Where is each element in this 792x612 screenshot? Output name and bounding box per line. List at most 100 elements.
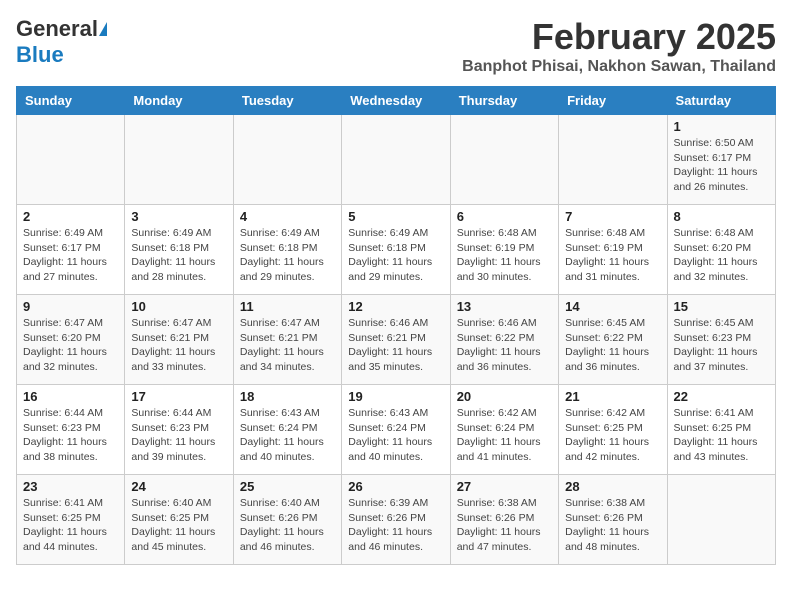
day-info: Sunrise: 6:38 AM Sunset: 6:26 PM Dayligh… (565, 496, 660, 555)
day-number: 22 (674, 389, 769, 404)
day-info: Sunrise: 6:45 AM Sunset: 6:23 PM Dayligh… (674, 316, 769, 375)
day-info: Sunrise: 6:40 AM Sunset: 6:26 PM Dayligh… (240, 496, 335, 555)
day-number: 19 (348, 389, 443, 404)
page-header: General Blue February 2025 Banphot Phisa… (16, 16, 776, 76)
calendar-day-cell: 17 Sunrise: 6:44 AM Sunset: 6:23 PM Dayli… (125, 385, 233, 475)
day-info: Sunrise: 6:47 AM Sunset: 6:20 PM Dayligh… (23, 316, 118, 375)
calendar-day-header: Tuesday (233, 87, 341, 115)
day-number: 24 (131, 479, 226, 494)
calendar-week-row: 9 Sunrise: 6:47 AM Sunset: 6:20 PM Daylig… (17, 295, 776, 385)
calendar-day-cell: 15 Sunrise: 6:45 AM Sunset: 6:23 PM Dayli… (667, 295, 775, 385)
day-number: 11 (240, 299, 335, 314)
calendar-day-cell: 23 Sunrise: 6:41 AM Sunset: 6:25 PM Dayli… (17, 475, 125, 565)
calendar-day-cell: 2 Sunrise: 6:49 AM Sunset: 6:17 PM Daylig… (17, 205, 125, 295)
day-info: Sunrise: 6:48 AM Sunset: 6:19 PM Dayligh… (565, 226, 660, 285)
day-info: Sunrise: 6:44 AM Sunset: 6:23 PM Dayligh… (23, 406, 118, 465)
calendar-day-cell: 4 Sunrise: 6:49 AM Sunset: 6:18 PM Daylig… (233, 205, 341, 295)
day-info: Sunrise: 6:46 AM Sunset: 6:21 PM Dayligh… (348, 316, 443, 375)
calendar-day-cell: 24Sunrise: 6:40 AM Sunset: 6:25 PM Dayli… (125, 475, 233, 565)
day-number: 26 (348, 479, 443, 494)
calendar-day-cell (17, 115, 125, 205)
day-info: Sunrise: 6:42 AM Sunset: 6:24 PM Dayligh… (457, 406, 552, 465)
calendar-day-cell: 25 Sunrise: 6:40 AM Sunset: 6:26 PM Dayli… (233, 475, 341, 565)
day-number: 14 (565, 299, 660, 314)
calendar-day-cell: 21 Sunrise: 6:42 AM Sunset: 6:25 PM Dayli… (559, 385, 667, 475)
day-number: 1 (674, 119, 769, 134)
day-info: Sunrise: 6:46 AM Sunset: 6:22 PM Dayligh… (457, 316, 552, 375)
calendar-day-header: Wednesday (342, 87, 450, 115)
day-info: Sunrise: 6:39 AM Sunset: 6:26 PM Dayligh… (348, 496, 443, 555)
day-number: 5 (348, 209, 443, 224)
day-number: 9 (23, 299, 118, 314)
calendar-day-header: Friday (559, 87, 667, 115)
day-number: 2 (23, 209, 118, 224)
day-info: Sunrise: 6:47 AM Sunset: 6:21 PM Dayligh… (131, 316, 226, 375)
calendar-day-cell (450, 115, 558, 205)
calendar-day-cell: 7 Sunrise: 6:48 AM Sunset: 6:19 PM Daylig… (559, 205, 667, 295)
calendar-day-cell: 16Sunrise: 6:44 AM Sunset: 6:23 PM Dayli… (17, 385, 125, 475)
calendar-day-cell: 18Sunrise: 6:43 AM Sunset: 6:24 PM Dayli… (233, 385, 341, 475)
day-number: 18 (240, 389, 335, 404)
calendar-day-cell (233, 115, 341, 205)
logo-general-text: General (16, 16, 98, 42)
day-info: Sunrise: 6:44 AM Sunset: 6:23 PM Dayligh… (131, 406, 226, 465)
day-number: 6 (457, 209, 552, 224)
calendar-day-cell: 19 Sunrise: 6:43 AM Sunset: 6:24 PM Dayli… (342, 385, 450, 475)
calendar-day-cell: 3 Sunrise: 6:49 AM Sunset: 6:18 PM Daylig… (125, 205, 233, 295)
calendar-day-cell (342, 115, 450, 205)
calendar-day-cell: 20Sunrise: 6:42 AM Sunset: 6:24 PM Dayli… (450, 385, 558, 475)
calendar-day-cell: 1 Sunrise: 6:50 AM Sunset: 6:17 PM Daylig… (667, 115, 775, 205)
calendar-day-header: Saturday (667, 87, 775, 115)
day-info: Sunrise: 6:38 AM Sunset: 6:26 PM Dayligh… (457, 496, 552, 555)
day-info: Sunrise: 6:48 AM Sunset: 6:20 PM Dayligh… (674, 226, 769, 285)
logo: General Blue (16, 16, 107, 68)
day-info: Sunrise: 6:49 AM Sunset: 6:18 PM Dayligh… (131, 226, 226, 285)
title-area: February 2025 Banphot Phisai, Nakhon Saw… (462, 16, 776, 76)
calendar-header-row: SundayMondayTuesdayWednesdayThursdayFrid… (17, 87, 776, 115)
calendar-day-cell (667, 475, 775, 565)
day-info: Sunrise: 6:49 AM Sunset: 6:18 PM Dayligh… (240, 226, 335, 285)
calendar-day-cell: 27Sunrise: 6:38 AM Sunset: 6:26 PM Dayli… (450, 475, 558, 565)
calendar-week-row: 23 Sunrise: 6:41 AM Sunset: 6:25 PM Dayli… (17, 475, 776, 565)
calendar-day-cell (559, 115, 667, 205)
day-number: 28 (565, 479, 660, 494)
day-number: 25 (240, 479, 335, 494)
day-number: 4 (240, 209, 335, 224)
day-info: Sunrise: 6:41 AM Sunset: 6:25 PM Dayligh… (23, 496, 118, 555)
day-number: 3 (131, 209, 226, 224)
day-info: Sunrise: 6:49 AM Sunset: 6:17 PM Dayligh… (23, 226, 118, 285)
day-number: 7 (565, 209, 660, 224)
calendar-day-cell: 8 Sunrise: 6:48 AM Sunset: 6:20 PM Daylig… (667, 205, 775, 295)
day-info: Sunrise: 6:43 AM Sunset: 6:24 PM Dayligh… (348, 406, 443, 465)
day-number: 15 (674, 299, 769, 314)
day-number: 23 (23, 479, 118, 494)
calendar-day-cell: 11 Sunrise: 6:47 AM Sunset: 6:21 PM Dayli… (233, 295, 341, 385)
day-number: 12 (348, 299, 443, 314)
logo-blue-text: Blue (16, 42, 64, 67)
day-number: 21 (565, 389, 660, 404)
day-info: Sunrise: 6:42 AM Sunset: 6:25 PM Dayligh… (565, 406, 660, 465)
day-number: 8 (674, 209, 769, 224)
month-title: February 2025 (462, 16, 776, 58)
calendar-day-cell (125, 115, 233, 205)
calendar-day-cell: 22 Sunrise: 6:41 AM Sunset: 6:25 PM Dayli… (667, 385, 775, 475)
day-info: Sunrise: 6:47 AM Sunset: 6:21 PM Dayligh… (240, 316, 335, 375)
calendar-day-cell: 12 Sunrise: 6:46 AM Sunset: 6:21 PM Dayli… (342, 295, 450, 385)
day-info: Sunrise: 6:50 AM Sunset: 6:17 PM Dayligh… (674, 136, 769, 195)
calendar-day-cell: 13 Sunrise: 6:46 AM Sunset: 6:22 PM Dayli… (450, 295, 558, 385)
calendar-day-header: Sunday (17, 87, 125, 115)
day-info: Sunrise: 6:41 AM Sunset: 6:25 PM Dayligh… (674, 406, 769, 465)
calendar-day-cell: 28 Sunrise: 6:38 AM Sunset: 6:26 PM Dayli… (559, 475, 667, 565)
calendar-day-cell: 5Sunrise: 6:49 AM Sunset: 6:18 PM Daylig… (342, 205, 450, 295)
calendar-day-header: Monday (125, 87, 233, 115)
day-number: 10 (131, 299, 226, 314)
day-number: 17 (131, 389, 226, 404)
day-number: 13 (457, 299, 552, 314)
calendar-day-header: Thursday (450, 87, 558, 115)
calendar-day-cell: 10 Sunrise: 6:47 AM Sunset: 6:21 PM Dayli… (125, 295, 233, 385)
calendar-week-row: 2 Sunrise: 6:49 AM Sunset: 6:17 PM Daylig… (17, 205, 776, 295)
location-subtitle: Banphot Phisai, Nakhon Sawan, Thailand (462, 58, 776, 76)
calendar-table: SundayMondayTuesdayWednesdayThursdayFrid… (16, 86, 776, 565)
calendar-week-row: 16Sunrise: 6:44 AM Sunset: 6:23 PM Dayli… (17, 385, 776, 475)
day-info: Sunrise: 6:48 AM Sunset: 6:19 PM Dayligh… (457, 226, 552, 285)
